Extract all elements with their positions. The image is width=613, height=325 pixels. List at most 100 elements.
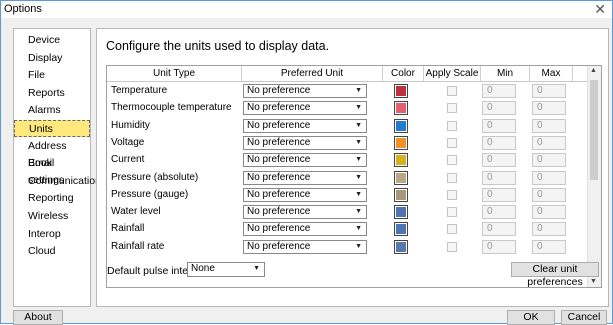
color-swatch-button[interactable] — [394, 135, 408, 150]
preferred-unit-select[interactable]: No preference ▼ — [243, 239, 367, 254]
preferred-unit-select[interactable]: No preference ▼ — [243, 101, 367, 116]
table-row: Rainfall rate No preference ▼ 0 0 — [107, 239, 587, 256]
scroll-up-icon[interactable]: ▲ — [590, 67, 597, 74]
chevron-down-icon: ▼ — [355, 208, 362, 216]
preferred-unit-select[interactable]: No preference ▼ — [243, 205, 367, 220]
col-header-min[interactable]: Min — [481, 66, 529, 81]
apply-scale-checkbox[interactable] — [447, 172, 457, 183]
min-field[interactable]: 0 — [482, 101, 516, 116]
unit-type-name: Humidity — [111, 119, 150, 131]
max-field[interactable]: 0 — [532, 118, 566, 133]
min-field[interactable]: 0 — [482, 153, 516, 168]
color-swatch-button[interactable] — [394, 205, 408, 220]
clear-unit-preferences-button[interactable]: Clear unit preferences — [511, 262, 599, 288]
col-header-preferred-unit[interactable]: Preferred Unit — [242, 66, 382, 81]
unit-type-name: Rainfall rate — [111, 240, 165, 252]
chevron-down-icon: ▼ — [355, 242, 362, 250]
sidebar-item-address-book[interactable]: Address Book — [14, 138, 90, 169]
preferred-unit-select[interactable]: No preference ▼ — [243, 187, 367, 202]
color-swatch-button[interactable] — [394, 222, 408, 237]
max-field[interactable]: 0 — [532, 239, 566, 254]
pulse-interval-value: None — [191, 263, 215, 274]
preferred-unit-value: No preference — [247, 188, 311, 200]
preferred-unit-select[interactable]: No preference ▼ — [243, 170, 367, 185]
scroll-down-icon[interactable]: ▼ — [590, 278, 597, 285]
sidebar-item-wireless[interactable]: Wireless — [14, 208, 90, 225]
cancel-button[interactable]: Cancel — [561, 310, 607, 325]
max-field[interactable]: 0 — [532, 170, 566, 185]
sidebar-item-alarms[interactable]: Alarms — [14, 102, 90, 119]
grid-scrollbar[interactable]: ▲ ▼ — [587, 66, 601, 287]
apply-scale-checkbox[interactable] — [447, 224, 457, 235]
sidebar-item-reports[interactable]: Reports — [14, 85, 90, 102]
preferred-unit-value: No preference — [247, 136, 311, 148]
color-swatch-button[interactable] — [394, 239, 408, 254]
sidebar-item-device[interactable]: Device — [14, 32, 90, 49]
max-field[interactable]: 0 — [532, 135, 566, 150]
scroll-thumb[interactable] — [590, 80, 598, 180]
preferred-unit-value: No preference — [247, 119, 311, 131]
apply-scale-checkbox[interactable] — [447, 86, 457, 96]
sidebar-item-email-settings[interactable]: Email settings — [14, 155, 90, 186]
max-field[interactable]: 0 — [532, 205, 566, 220]
preferred-unit-value: No preference — [247, 171, 311, 183]
col-header-apply-scale[interactable]: Apply Scale — [424, 66, 480, 81]
min-field[interactable]: 0 — [482, 135, 516, 150]
table-row: Humidity No preference ▼ 0 0 — [107, 118, 587, 135]
preferred-unit-select[interactable]: No preference ▼ — [243, 118, 367, 133]
max-field[interactable]: 0 — [532, 153, 566, 168]
color-fill — [396, 120, 406, 131]
apply-scale-checkbox[interactable] — [447, 189, 457, 200]
apply-scale-checkbox[interactable] — [447, 207, 457, 218]
col-header-color[interactable]: Color — [383, 66, 423, 81]
color-swatch-button[interactable] — [394, 153, 408, 168]
unit-type-name: Pressure (absolute) — [111, 171, 199, 183]
sidebar-item-reporting[interactable]: Reporting — [14, 190, 90, 207]
sidebar-item-display[interactable]: Display — [14, 50, 90, 67]
min-field[interactable]: 0 — [482, 222, 516, 237]
min-field[interactable]: 0 — [482, 118, 516, 133]
apply-scale-checkbox[interactable] — [447, 241, 457, 252]
close-icon[interactable]: ✕ — [594, 1, 606, 17]
preferred-unit-select[interactable]: No preference ▼ — [243, 84, 367, 98]
apply-scale-checkbox[interactable] — [447, 120, 457, 131]
preferred-unit-select[interactable]: No preference ▼ — [243, 153, 367, 168]
sidebar-item-communication[interactable]: Communication — [14, 173, 101, 190]
apply-scale-checkbox[interactable] — [447, 137, 457, 148]
ok-button[interactable]: OK — [507, 310, 555, 325]
col-header-unit-type[interactable]: Unit Type — [107, 66, 241, 81]
preferred-unit-select[interactable]: No preference ▼ — [243, 135, 367, 150]
max-field[interactable]: 0 — [532, 101, 566, 116]
preferred-unit-value: No preference — [247, 240, 311, 252]
unit-type-name: Water level — [111, 206, 161, 218]
panel-heading: Configure the units used to display data… — [106, 39, 330, 53]
color-swatch-button[interactable] — [394, 101, 408, 116]
min-field[interactable]: 0 — [482, 239, 516, 254]
pulse-interval-select[interactable]: None ▼ — [187, 262, 265, 277]
color-swatch-button[interactable] — [394, 118, 408, 133]
max-field[interactable]: 0 — [532, 187, 566, 202]
about-button[interactable]: About — [13, 310, 63, 325]
sidebar-item-interop[interactable]: Interop — [14, 226, 90, 243]
apply-scale-checkbox[interactable] — [447, 155, 457, 166]
min-field[interactable]: 0 — [482, 187, 516, 202]
sidebar-item-file[interactable]: File — [14, 67, 90, 84]
table-row: Current No preference ▼ 0 0 — [107, 152, 587, 169]
preferred-unit-select[interactable]: No preference ▼ — [243, 222, 367, 237]
sidebar-item-cloud[interactable]: Cloud — [14, 243, 90, 260]
table-row: Water level No preference ▼ 0 0 — [107, 204, 587, 221]
color-swatch-button[interactable] — [394, 170, 408, 185]
max-field[interactable]: 0 — [532, 84, 566, 98]
color-fill — [396, 137, 406, 148]
min-field[interactable]: 0 — [482, 170, 516, 185]
color-swatch-button[interactable] — [394, 84, 408, 98]
min-field[interactable]: 0 — [482, 84, 516, 98]
chevron-down-icon: ▼ — [355, 138, 362, 146]
color-swatch-button[interactable] — [394, 187, 408, 202]
min-field[interactable]: 0 — [482, 205, 516, 220]
table-row: Pressure (absolute) No preference ▼ 0 0 — [107, 170, 587, 187]
sidebar-item-units[interactable]: Units — [14, 120, 90, 137]
max-field[interactable]: 0 — [532, 222, 566, 237]
col-header-max[interactable]: Max — [530, 66, 572, 81]
apply-scale-checkbox[interactable] — [447, 103, 457, 114]
